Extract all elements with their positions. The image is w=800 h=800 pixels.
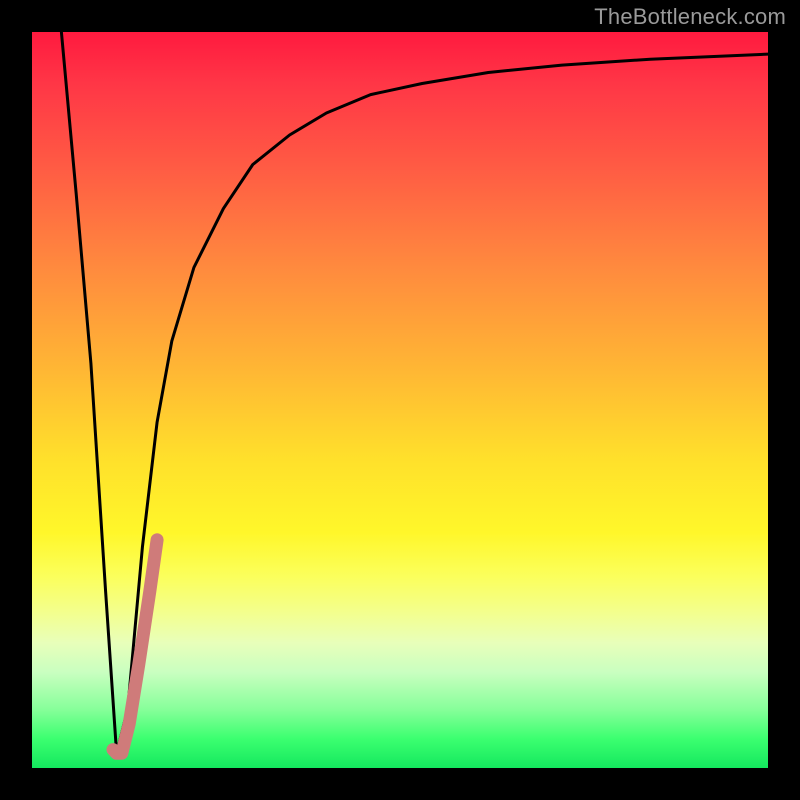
series-pink-hook [113, 540, 157, 754]
series-black-v-curve [61, 32, 768, 753]
plot-area [32, 32, 768, 768]
watermark-text: TheBottleneck.com [594, 4, 786, 30]
black-v-curve-path [61, 32, 768, 753]
pink-hook-path [113, 540, 157, 754]
chart-frame: TheBottleneck.com [0, 0, 800, 800]
curve-layer [32, 32, 768, 768]
